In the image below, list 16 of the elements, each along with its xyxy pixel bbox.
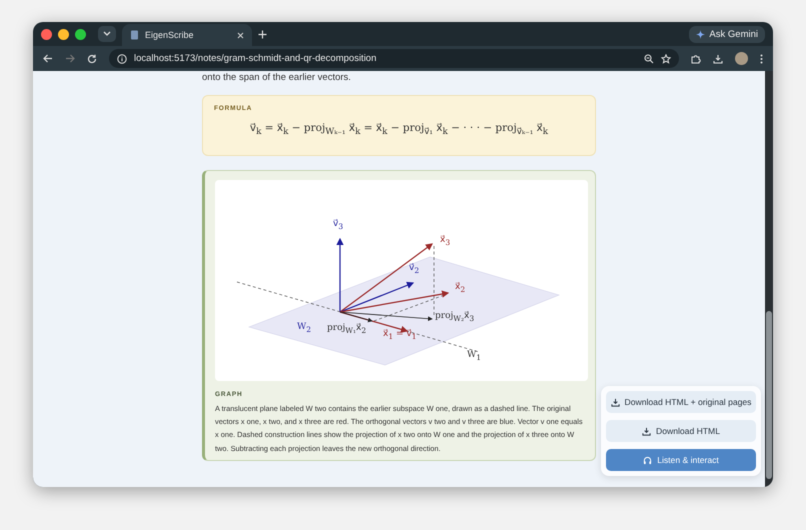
diagram-label: x⃗$_{2}$: [455, 283, 466, 294]
download-button[interactable]: Download HTML: [606, 420, 756, 442]
diagram-label: v⃗$_{2}$: [409, 264, 420, 274]
intro-text: onto the span of the earlier vectors.: [202, 72, 352, 84]
diagram-label: v⃗$_{3}$: [333, 220, 344, 230]
assistant-button[interactable]: Ask Gemini: [689, 26, 765, 42]
diagram-label: x⃗$_{3}$: [440, 236, 450, 246]
browser-tab[interactable]: EigenScribe: [122, 24, 252, 46]
diagram-label: proj$_{W₁}$x⃗$_{2}$: [327, 324, 366, 334]
address-bar[interactable]: localhost:5173/notes/gram-schmidt-and-qr-decomposition: [109, 49, 679, 68]
formula: v⃗$_{k}$ = x⃗$_{k}$ − proj$_{Wₖ₋₁}$ x⃗$_{k}$ = x⃗$_{k}$ − proj$_{v⃗₁}$ x⃗$_{k}$ − · · · − proj$_{v⃗ₖ₋₁}$ x⃗$_{k}$: [248, 122, 550, 138]
diagram-label: W$_{1}$: [467, 351, 482, 362]
diagram-label: W$_{2}$: [297, 323, 312, 334]
listen-button[interactable]: Listen & interact: [606, 449, 756, 471]
diagram-label: proj$_{W₂}$x⃗$_{3}$: [435, 312, 474, 322]
download-button[interactable]: Download HTML + original pages: [606, 391, 756, 413]
